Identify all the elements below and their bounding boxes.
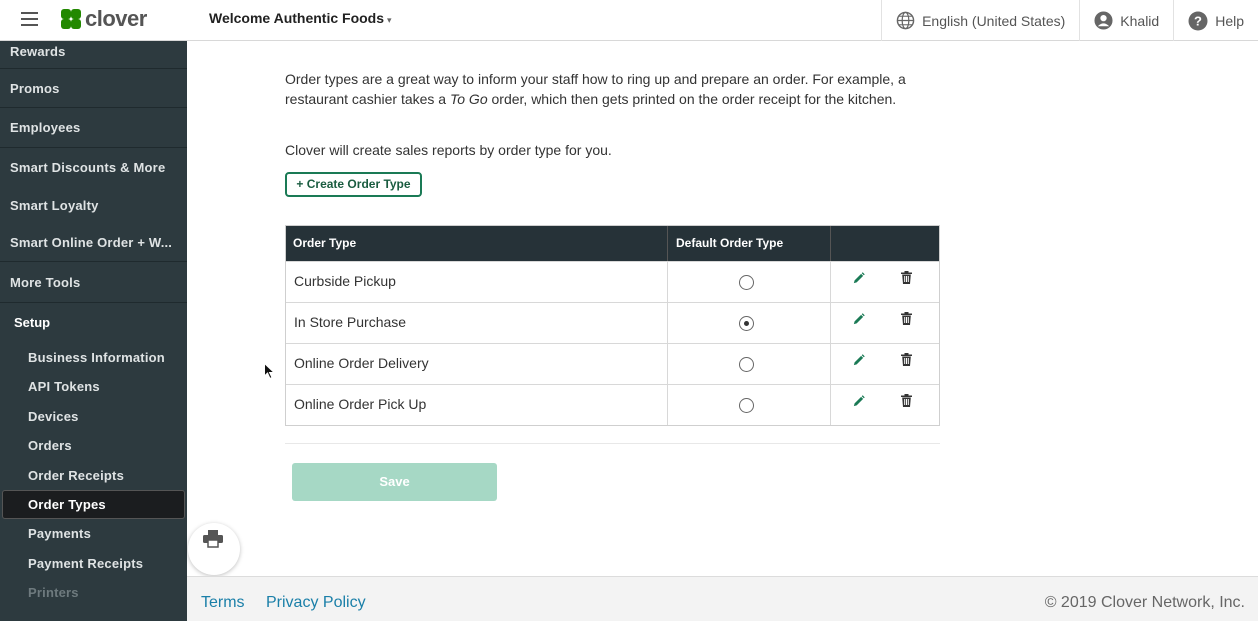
sidebar-item-promos[interactable]: Promos — [0, 69, 187, 108]
sidebar-item-more-tools[interactable]: More Tools — [0, 262, 187, 303]
table-row: Curbside Pickup — [286, 261, 939, 302]
table-row: Online Order Delivery — [286, 343, 939, 384]
sidebar-item-orders[interactable]: Orders — [0, 431, 187, 461]
sidebar-section-setup[interactable]: Setup — [0, 303, 187, 343]
pencil-icon[interactable] — [852, 395, 865, 408]
default-radio[interactable] — [739, 398, 754, 413]
sidebar-item-business-information[interactable]: Business Information — [0, 343, 187, 372]
help-icon: ? — [1188, 11, 1208, 30]
sidebar-item-devices[interactable]: Devices — [0, 402, 187, 431]
sidebar-item-order-receipts[interactable]: Order Receipts — [0, 461, 187, 490]
pencil-icon[interactable] — [852, 354, 865, 367]
order-type-name: In Store Purchase — [286, 303, 668, 343]
order-types-table: Order Type Default Order Type Curbside P… — [285, 225, 940, 426]
sidebar-item-payments[interactable]: Payments — [0, 519, 187, 549]
sidebar: Rewards Promos Employees Smart Discounts… — [0, 41, 187, 621]
merchant-name: Welcome Authentic Foods — [209, 10, 385, 26]
terms-link[interactable]: Terms — [201, 594, 245, 612]
language-label: English (United States) — [922, 12, 1066, 29]
sidebar-item-payment-receipts[interactable]: Payment Receipts — [0, 549, 187, 578]
top-bar: clover Welcome Authentic Foods ▾ English … — [0, 0, 1258, 41]
default-radio[interactable] — [739, 357, 754, 372]
sidebar-item-rewards[interactable]: Rewards — [0, 41, 187, 69]
privacy-policy-link[interactable]: Privacy Policy — [266, 594, 366, 612]
sales-report-note: Clover will create sales reports by orde… — [285, 142, 612, 158]
order-type-name: Curbside Pickup — [286, 262, 668, 302]
printer-icon — [203, 530, 223, 548]
sidebar-item-smart-discounts[interactable]: Smart Discounts & More — [0, 148, 187, 188]
mouse-cursor-icon — [264, 363, 275, 380]
globe-icon — [896, 11, 915, 30]
clover-logo[interactable]: clover — [60, 6, 147, 32]
svg-text:?: ? — [1194, 13, 1202, 28]
save-button[interactable]: Save — [292, 463, 497, 501]
create-order-type-button[interactable]: + Create Order Type — [285, 172, 422, 197]
sidebar-item-printers[interactable]: Printers — [0, 578, 187, 608]
user-menu[interactable]: Khalid — [1079, 0, 1173, 41]
table-header: Order Type Default Order Type — [286, 226, 939, 261]
table-row: In Store Purchase — [286, 302, 939, 343]
main-content: Order types are a great way to inform yo… — [187, 41, 1258, 576]
sidebar-item-api-tokens[interactable]: API Tokens — [0, 372, 187, 402]
column-header-default-order-type: Default Order Type — [668, 226, 831, 261]
clover-leaf-icon — [60, 8, 82, 30]
divider — [285, 443, 940, 444]
menu-icon[interactable] — [21, 12, 38, 26]
pencil-icon[interactable] — [852, 272, 865, 285]
print-button[interactable] — [188, 523, 240, 575]
brand-name: clover — [85, 6, 147, 31]
sidebar-item-order-types[interactable]: Order Types — [2, 490, 185, 519]
default-radio-selected[interactable] — [739, 316, 754, 331]
table-row: Online Order Pick Up — [286, 384, 939, 425]
sidebar-item-employees[interactable]: Employees — [0, 108, 187, 148]
sidebar-item-smart-loyalty[interactable]: Smart Loyalty — [0, 188, 187, 223]
trash-icon[interactable] — [901, 271, 912, 284]
caret-down-icon: ▾ — [387, 15, 392, 25]
copyright: © 2019 Clover Network, Inc. — [1044, 594, 1245, 611]
order-type-name: Online Order Pick Up — [286, 385, 668, 425]
language-selector[interactable]: English (United States) — [881, 0, 1079, 41]
help-menu[interactable]: ? Help — [1173, 0, 1258, 41]
footer: Terms Privacy Policy © 2019 Clover Netwo… — [187, 576, 1258, 621]
sidebar-item-smart-online-order[interactable]: Smart Online Order + W... — [0, 223, 187, 262]
merchant-selector[interactable]: Welcome Authentic Foods ▾ — [209, 10, 392, 26]
column-header-order-type: Order Type — [286, 226, 668, 261]
intro-text-part-2: order, which then gets printed on the or… — [487, 91, 897, 107]
pencil-icon[interactable] — [852, 313, 865, 326]
intro-paragraph: Order types are a great way to inform yo… — [285, 69, 945, 109]
help-label: Help — [1215, 12, 1244, 29]
order-type-name: Online Order Delivery — [286, 344, 668, 384]
default-radio[interactable] — [739, 275, 754, 290]
trash-icon[interactable] — [901, 312, 912, 325]
intro-italic-to-go: To Go — [449, 91, 488, 107]
user-icon — [1094, 11, 1113, 30]
trash-icon[interactable] — [901, 394, 912, 407]
trash-icon[interactable] — [901, 353, 912, 366]
user-name: Khalid — [1120, 12, 1160, 29]
